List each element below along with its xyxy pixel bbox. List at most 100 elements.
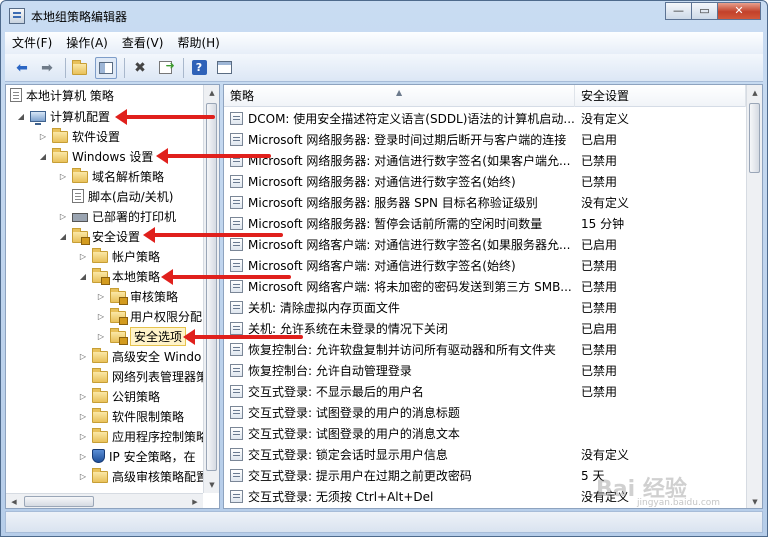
collapse-arrow-icon[interactable]: ◢	[58, 232, 68, 241]
tree-label: 帐户策略	[112, 249, 161, 264]
table-row[interactable]: 关机: 清除虚拟内存页面文件 已禁用	[224, 297, 746, 318]
tree-node-app-control[interactable]: ▷ 应用程序控制策略	[78, 426, 204, 446]
expand-arrow-icon[interactable]: ▷	[58, 212, 68, 221]
table-row[interactable]: Microsoft 网络客户端: 将未加密的密码发送到第三方 SMB... 已禁用	[224, 276, 746, 297]
collapse-arrow-icon[interactable]: ◢	[78, 272, 88, 281]
tree-node-ip-security[interactable]: ▷ IP 安全策略，在	[78, 446, 204, 466]
scroll-up-icon[interactable]: ▲	[747, 85, 762, 101]
security-setting-value: 已禁用	[581, 385, 618, 399]
list-header: ▲ 策略 安全设置	[224, 85, 746, 107]
close-button[interactable]: ✕	[717, 2, 761, 20]
tree-node-account-policies[interactable]: ▷ 帐户策略	[78, 246, 204, 266]
export-icon[interactable]: ➜	[154, 57, 176, 79]
scroll-down-icon[interactable]: ▼	[204, 477, 219, 493]
menu-help[interactable]: 帮助(H)	[170, 33, 226, 53]
table-row[interactable]: Microsoft 网络客户端: 对通信进行数字签名(如果服务器允... 已启用	[224, 234, 746, 255]
annotation-arrow	[156, 148, 271, 164]
caption-buttons: — ▭ ✕	[665, 2, 761, 22]
tree-node-scripts[interactable]: 脚本(启动/关机)	[72, 186, 204, 206]
policy-setting-icon	[230, 196, 243, 209]
table-row[interactable]: DCOM: 使用安全描述符定义语言(SDDL)语法的计算机启动... 没有定义	[224, 108, 746, 129]
tree-label: 应用程序控制策略	[112, 429, 204, 444]
expand-arrow-icon[interactable]: ▷	[78, 352, 88, 361]
table-row[interactable]: Microsoft 网络服务器: 服务器 SPN 目标名称验证级别 没有定义	[224, 192, 746, 213]
table-row[interactable]: 交互式登录: 不显示最后的用户名 已禁用	[224, 381, 746, 402]
window-title: 本地组策略编辑器	[31, 10, 128, 24]
expand-arrow-icon[interactable]: ▷	[38, 132, 48, 141]
column-header-policy[interactable]: ▲ 策略	[224, 85, 575, 107]
table-row[interactable]: Microsoft 网络服务器: 登录时间过期后断开与客户端的连接 已启用	[224, 129, 746, 150]
expand-arrow-icon[interactable]: ▷	[58, 172, 68, 181]
show-tree-icon[interactable]	[95, 56, 117, 79]
help-icon[interactable]: ?	[188, 57, 210, 79]
expand-arrow-icon[interactable]: ▷	[96, 292, 106, 301]
folder-icon	[92, 368, 108, 383]
menu-file[interactable]: 文件(F)	[5, 33, 59, 53]
column-header-setting[interactable]: 安全设置	[575, 85, 746, 107]
tree-node-name-resolution[interactable]: ▷ 域名解析策略	[58, 166, 204, 186]
tree-node-audit-policy[interactable]: ▷ 审核策略	[96, 286, 204, 306]
tree-node-public-key[interactable]: ▷ 公钥策略	[78, 386, 204, 406]
collapse-arrow-icon[interactable]: ◢	[38, 152, 48, 161]
expand-arrow-icon[interactable]: ▷	[78, 472, 88, 481]
tree-node-printers[interactable]: ▷ 已部署的打印机	[58, 206, 204, 226]
list-vertical-scrollbar[interactable]: ▲ ▼	[746, 85, 762, 508]
collapse-arrow-icon[interactable]: ◢	[16, 112, 26, 121]
policy-name: 交互式登录: 不显示最后的用户名	[248, 385, 424, 399]
scroll-thumb[interactable]	[24, 496, 94, 507]
scroll-thumb[interactable]	[206, 103, 217, 471]
expand-arrow-icon[interactable]: ▷	[78, 432, 88, 441]
scroll-down-icon[interactable]: ▼	[747, 494, 762, 508]
expand-arrow-icon[interactable]: ▷	[78, 392, 88, 401]
tree-label: 公钥策略	[112, 389, 161, 404]
tree-node-network-list[interactable]: 网络列表管理器策	[92, 366, 204, 386]
table-row[interactable]: 恢复控制台: 允许自动管理登录 已禁用	[224, 360, 746, 381]
toolbar-separator	[124, 57, 125, 78]
expand-arrow-icon[interactable]: ▷	[78, 252, 88, 261]
minimize-button[interactable]: —	[665, 2, 691, 20]
menu-action[interactable]: 操作(A)	[59, 33, 115, 53]
computer-icon	[30, 110, 46, 125]
column-header-label: 策略	[230, 89, 255, 103]
table-row[interactable]: 恢复控制台: 允许软盘复制并访问所有驱动器和所有文件夹 已禁用	[224, 339, 746, 360]
tree-node-software-restriction[interactable]: ▷ 软件限制策略	[78, 406, 204, 426]
policy-setting-icon	[230, 343, 243, 356]
tree-node-advanced-firewall[interactable]: ▷ 高级安全 Windo	[78, 346, 204, 366]
policy-setting-icon	[230, 385, 243, 398]
up-folder-icon[interactable]	[70, 57, 92, 79]
table-row[interactable]: Microsoft 网络服务器: 对通信进行数字签名(始终) 已禁用	[224, 171, 746, 192]
watermark-url: jingyan.baidu.com	[637, 498, 721, 508]
menu-view[interactable]: 查看(V)	[115, 33, 171, 53]
table-row[interactable]: 交互式登录: 试图登录的用户的消息标题	[224, 402, 746, 423]
back-arrow-icon[interactable]: ⬅	[11, 57, 33, 79]
tree-glyph	[99, 61, 113, 74]
tree-vertical-scrollbar[interactable]: ▲ ▼	[203, 85, 219, 493]
security-setting-value: 没有定义	[581, 448, 630, 462]
forward-arrow-icon[interactable]: ➡	[36, 57, 58, 79]
export-glyph: ➜	[158, 59, 175, 74]
policy-document-icon	[10, 88, 22, 102]
scroll-right-icon[interactable]: ▶	[187, 494, 203, 508]
table-row[interactable]: Microsoft 网络客户端: 对通信进行数字签名(始终) 已禁用	[224, 255, 746, 276]
delete-icon[interactable]: ✖	[129, 57, 151, 79]
table-row[interactable]: Microsoft 网络服务器: 对通信进行数字签名(如果客户端允... 已禁用	[224, 150, 746, 171]
table-row[interactable]: Microsoft 网络服务器: 暂停会话前所需的空闲时间数量 15 分钟	[224, 213, 746, 234]
table-row[interactable]: 交互式登录: 锁定会话时显示用户信息 没有定义	[224, 444, 746, 465]
expand-arrow-icon[interactable]: ▷	[78, 452, 88, 461]
scroll-up-icon[interactable]: ▲	[204, 85, 219, 101]
tree-node-software-settings[interactable]: ▷ 软件设置	[38, 126, 204, 146]
properties-icon[interactable]	[213, 57, 235, 79]
scroll-thumb[interactable]	[749, 103, 760, 173]
title-bar[interactable]: 本地组策略编辑器 — ▭ ✕	[1, 1, 767, 31]
expand-arrow-icon[interactable]: ▷	[96, 312, 106, 321]
maximize-button[interactable]: ▭	[691, 2, 717, 20]
expand-arrow-icon[interactable]: ▷	[96, 332, 106, 341]
folder-icon	[92, 348, 108, 363]
tree-node-user-rights[interactable]: ▷ 用户权限分配	[96, 306, 204, 326]
tree-node-root[interactable]: 本地计算机 策略	[10, 85, 204, 105]
table-row[interactable]: 交互式登录: 试图登录的用户的消息文本	[224, 423, 746, 444]
tree-node-advanced-audit[interactable]: ▷ 高级审核策略配置	[78, 466, 204, 486]
tree-horizontal-scrollbar[interactable]: ◀ ▶	[6, 493, 203, 508]
expand-arrow-icon[interactable]: ▷	[78, 412, 88, 421]
scroll-left-icon[interactable]: ◀	[6, 494, 22, 508]
